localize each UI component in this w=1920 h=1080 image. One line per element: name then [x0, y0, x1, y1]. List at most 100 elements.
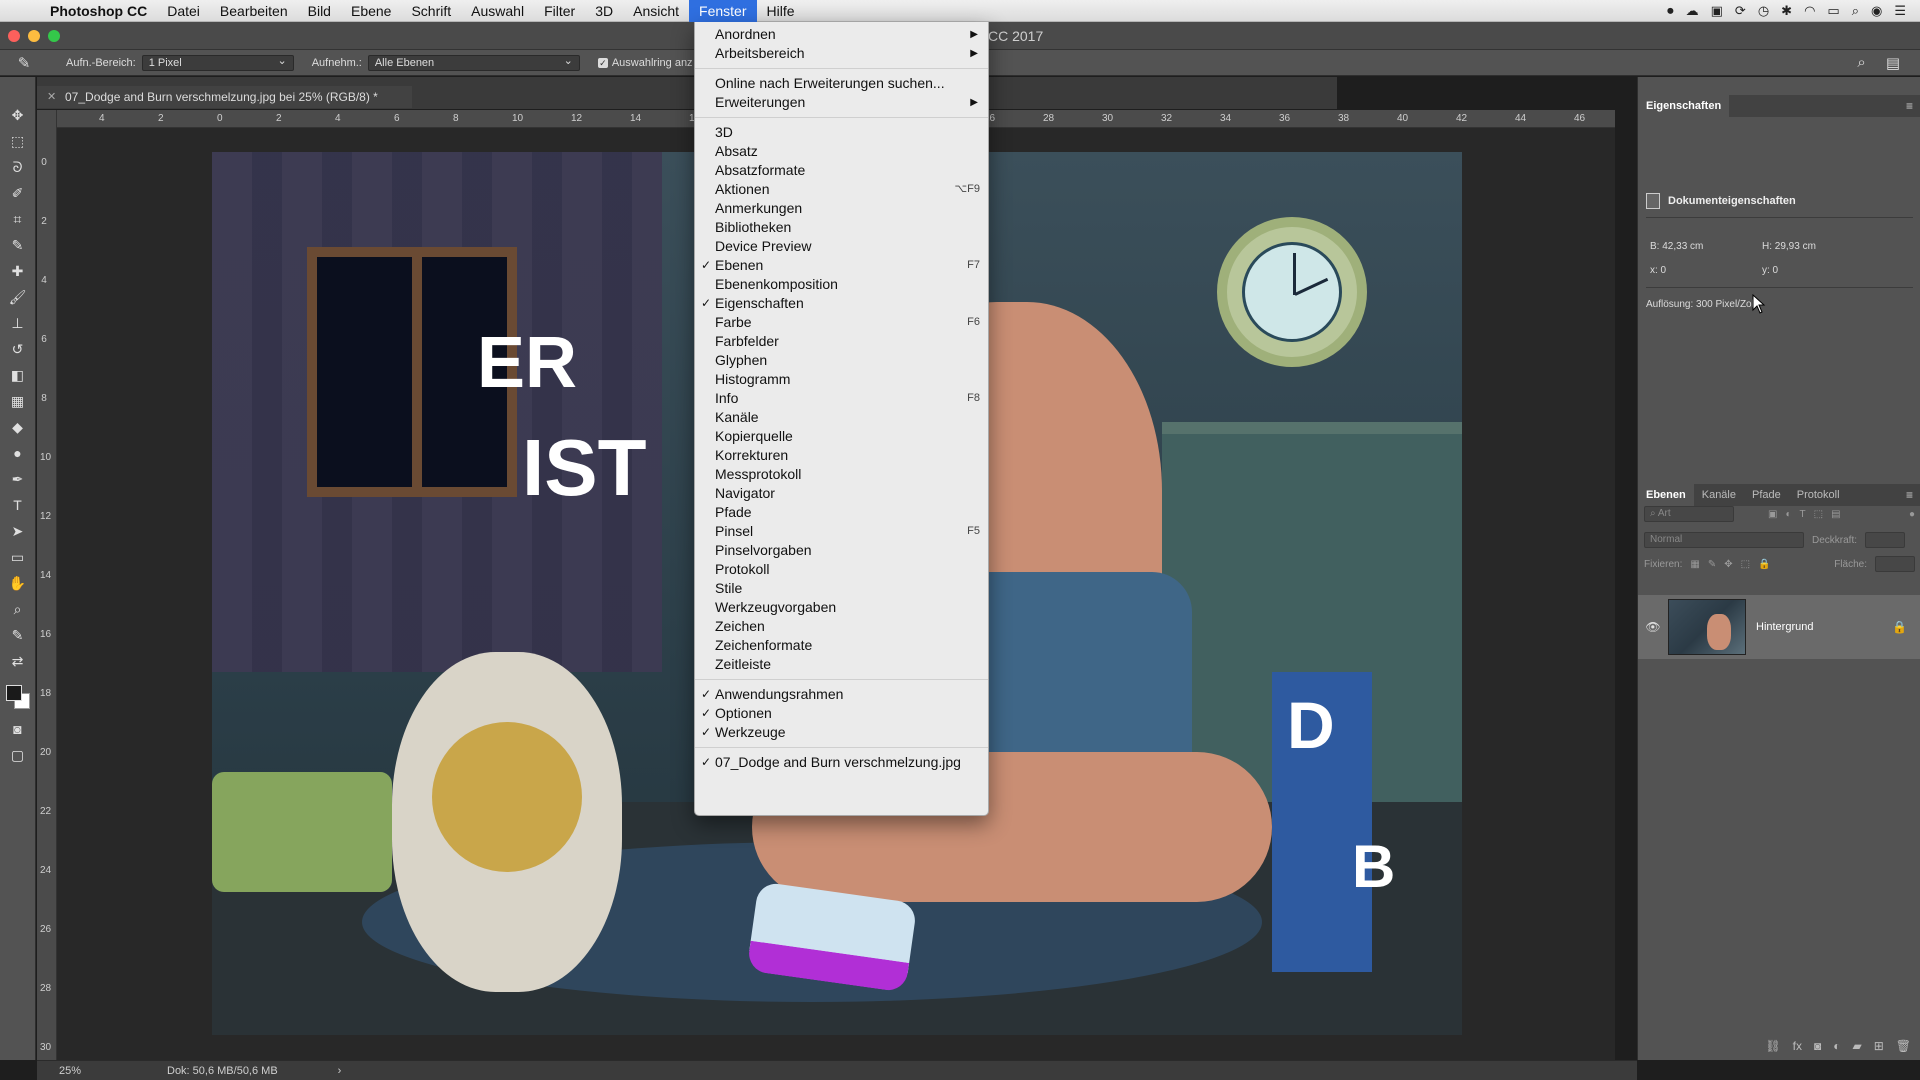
menu-datei[interactable]: Datei [157, 0, 210, 22]
menu-fenster[interactable]: Fenster [689, 0, 757, 22]
dodge-tool-icon[interactable]: ● [7, 445, 29, 461]
zoom-window-icon[interactable] [48, 30, 60, 42]
path-selection-tool-icon[interactable]: ➤ [7, 523, 29, 539]
filter-smart-object-icon[interactable]: ▤ [1831, 509, 1840, 520]
layer-filter-kind[interactable]: ⌕ Art [1644, 506, 1734, 522]
menu-item-stile[interactable]: Stile [695, 579, 988, 598]
crop-tool-icon[interactable]: ⌗ [7, 211, 29, 227]
layer-style-fx-icon[interactable]: fx [1793, 1039, 1802, 1053]
menu-item-pfade[interactable]: Pfade [695, 503, 988, 522]
wifi-icon[interactable]: ◠ [1804, 3, 1815, 19]
brush-tool-icon[interactable]: 🖌 [7, 289, 29, 305]
menu-item-zeitleiste[interactable]: Zeitleiste [695, 655, 988, 674]
vertical-ruler[interactable]: 0 2 4 6 8 10 12 14 16 18 20 22 24 26 28 30 [37, 110, 57, 1060]
menu-item-bibliotheken[interactable]: Bibliotheken [695, 218, 988, 237]
layers-panel-menu-icon[interactable]: ≡ [1906, 488, 1913, 502]
quick-selection-tool-icon[interactable]: ✐ [7, 185, 29, 201]
layer-visibility-eye-icon[interactable]: 👁 [1638, 620, 1668, 634]
layer-row[interactable]: 👁 Hintergrund 🔒 [1638, 595, 1920, 659]
menu-ansicht[interactable]: Ansicht [623, 0, 689, 22]
eyedropper-tool-icon[interactable]: ✎ [7, 237, 29, 253]
lock-transparent-icon[interactable]: ▦ [1690, 559, 1699, 570]
doc-y[interactable]: y: 0 [1762, 265, 1778, 276]
foreground-color[interactable] [5, 685, 22, 701]
menu-ebene[interactable]: Ebene [341, 0, 401, 22]
menu-item-kopierquelle[interactable]: Kopierquelle [695, 427, 988, 446]
lasso-tool-icon[interactable]: ᘐ [7, 159, 29, 175]
menu-bearbeiten[interactable]: Bearbeiten [210, 0, 298, 22]
menu-app-name[interactable]: Photoshop CC [40, 0, 157, 22]
filter-adjustment-icon[interactable]: ◐ [1785, 509, 1791, 520]
add-mask-icon[interactable]: ◙ [1814, 1039, 1821, 1053]
menu-item-werkzeuge[interactable]: ✓ Werkzeuge [695, 723, 988, 742]
menu-item-kanäle[interactable]: Kanäle [695, 408, 988, 427]
lock-all-icon[interactable]: 🔒 [1758, 559, 1770, 570]
siri-icon[interactable]: ◉ [1871, 3, 1882, 19]
filter-type-icon[interactable]: T [1800, 509, 1806, 520]
adjustment-layer-icon[interactable]: ◐ [1833, 1039, 1840, 1053]
document-tab[interactable]: ✕ 07_Dodge and Burn verschmelzung.jpg be… [37, 86, 412, 108]
doc-width[interactable]: B: 42,33 cm [1650, 241, 1703, 252]
show-sampling-ring-checkbox[interactable]: ✓ Auswahlring anz [597, 57, 693, 69]
display-icon[interactable]: ▣ [1711, 3, 1723, 19]
menu-hilfe[interactable]: Hilfe [757, 0, 805, 22]
menu-item-farbe[interactable]: Farbe F6 [695, 313, 988, 332]
menu-item-werkzeugvorgaben[interactable]: Werkzeugvorgaben [695, 598, 988, 617]
airplay-icon[interactable]: ▭ [1827, 3, 1839, 19]
cloud-icon[interactable]: ☁ [1686, 3, 1699, 19]
hand-tool-icon[interactable]: ✋ [7, 575, 29, 591]
menu-bild[interactable]: Bild [298, 0, 341, 22]
menu-item-erweiterungen[interactable]: Erweiterungen ▶ [695, 93, 988, 112]
fill-input[interactable] [1875, 556, 1915, 572]
lock-image-icon[interactable]: ✎ [1708, 559, 1716, 570]
menu-item-protokoll[interactable]: Protokoll [695, 560, 988, 579]
screen-mode-icon[interactable]: ▢ [7, 747, 29, 763]
rectangle-tool-icon[interactable]: ▭ [7, 549, 29, 565]
menu-item-arbeitsbereich[interactable]: Arbeitsbereich ▶ [695, 44, 988, 63]
doc-height[interactable]: H: 29,93 cm [1762, 241, 1816, 252]
menu-auswahl[interactable]: Auswahl [461, 0, 534, 22]
healing-brush-tool-icon[interactable]: ✚ [7, 263, 29, 279]
type-tool-icon[interactable]: T [7, 497, 29, 513]
lock-artboard-icon[interactable]: ⬚ [1741, 559, 1750, 570]
sync-icon[interactable]: ⟳ [1735, 3, 1746, 19]
menu-item-aktionen[interactable]: Aktionen ⌥F9 [695, 180, 988, 199]
menu-filter[interactable]: Filter [534, 0, 585, 22]
menu-item-zeichen[interactable]: Zeichen [695, 617, 988, 636]
filter-shape-icon[interactable]: ⬚ [1814, 509, 1823, 520]
menu-item-messprotokoll[interactable]: Messprotokoll [695, 465, 988, 484]
eyedropper-tool-preset-icon[interactable]: ✎ [0, 54, 48, 72]
notification-center-icon[interactable]: ☰ [1894, 3, 1906, 19]
eraser-tool-icon[interactable]: ◧ [7, 367, 29, 383]
menu-item-pinsel[interactable]: Pinsel F5 [695, 522, 988, 541]
zoom-level[interactable]: 25% [37, 1065, 107, 1077]
search-icon[interactable]: ⌕ [1857, 54, 1865, 72]
menu-item-zeichenformate[interactable]: Zeichenformate [695, 636, 988, 655]
menu-item-online-nach-erweiterungen-suchen[interactable]: Online nach Erweiterungen suchen... [695, 74, 988, 93]
minimize-window-icon[interactable] [28, 30, 40, 42]
menu-item-anmerkungen[interactable]: Anmerkungen [695, 199, 988, 218]
menu-item-eigenschaften[interactable]: ✓ Eigenschaften [695, 294, 988, 313]
status-menu-arrow-icon[interactable]: › [338, 1065, 342, 1077]
color-swatches[interactable] [4, 683, 32, 711]
link-layers-icon[interactable]: ⛓ [1765, 1039, 1780, 1053]
lock-position-icon[interactable]: ✥ [1724, 559, 1732, 570]
menu-item-absatzformate[interactable]: Absatzformate [695, 161, 988, 180]
tab-pfade[interactable]: Pfade [1744, 484, 1789, 506]
menu-item-absatz[interactable]: Absatz [695, 142, 988, 161]
quick-mask-icon[interactable]: ◙ [7, 721, 29, 737]
record-icon[interactable]: ⏺ [1667, 3, 1674, 19]
new-layer-icon[interactable]: ⊞ [1874, 1039, 1884, 1053]
menu-item-histogramm[interactable]: Histogramm [695, 370, 988, 389]
color-sampler-tool-icon[interactable]: ✎ [7, 627, 29, 643]
menu-item-pinselvorgaben[interactable]: Pinselvorgaben [695, 541, 988, 560]
spotlight-icon[interactable]: ⌕ [1852, 3, 1859, 19]
menu-item-ebenenkomposition[interactable]: Ebenenkomposition [695, 275, 988, 294]
menu-item-optionen[interactable]: ✓ Optionen [695, 704, 988, 723]
tab-kanaele[interactable]: Kanäle [1694, 484, 1744, 506]
blend-mode-select[interactable]: Normal [1644, 532, 1804, 548]
close-window-icon[interactable] [8, 30, 20, 42]
document-size[interactable]: Dok: 50,6 MB/50,6 MB [167, 1065, 278, 1077]
layer-name[interactable]: Hintergrund [1756, 621, 1813, 633]
move-tool-icon[interactable]: ✥ [7, 107, 29, 123]
